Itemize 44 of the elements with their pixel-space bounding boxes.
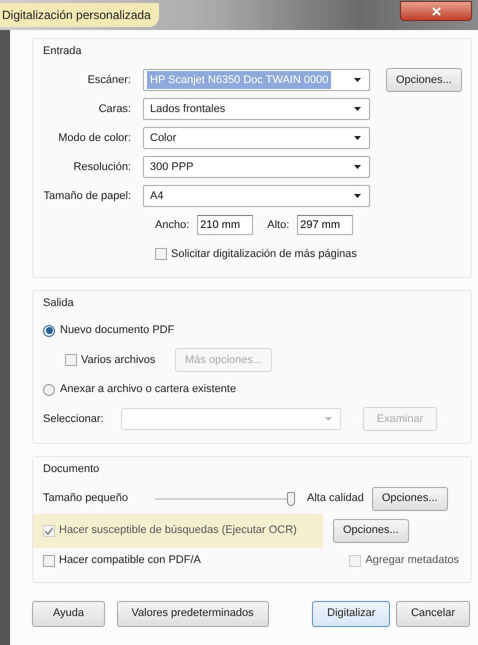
field-label: Alto: <box>267 218 290 233</box>
field-label: Seleccionar: <box>43 412 105 427</box>
group-title: Salida <box>43 296 75 310</box>
field-label: Escáner: <box>86 72 132 88</box>
dropdown[interactable]: A4 <box>143 185 370 207</box>
checkbox[interactable]: Hacer compatible con PDF/A <box>43 552 201 569</box>
button[interactable]: Digitalizar <box>312 600 390 626</box>
group-title: Documento <box>43 462 100 477</box>
height-field[interactable]: 297 mm <box>297 215 354 235</box>
button[interactable]: Ayuda <box>32 600 105 626</box>
caret-icon <box>354 194 361 198</box>
radio-button[interactable]: Anexar a archivo o cartera existente <box>43 381 236 398</box>
radio-circle[interactable] <box>43 324 55 336</box>
caret-icon <box>354 136 361 140</box>
group-title: Entrada <box>43 44 83 59</box>
field-label: Modo de color: <box>57 130 132 146</box>
field-label: Resolución: <box>72 160 132 175</box>
button[interactable]: Valores predeterminados <box>116 600 269 626</box>
field-label: Ancho: <box>155 218 190 233</box>
close-icon <box>432 6 440 16</box>
radio-circle[interactable] <box>43 384 55 396</box>
check-icon <box>44 526 54 536</box>
slider-thumb[interactable] <box>287 492 295 506</box>
width-field[interactable]: 210 mm <box>197 215 254 235</box>
checkbox[interactable]: Varios archivos <box>65 352 175 368</box>
caret-icon <box>325 417 332 421</box>
checkbox[interactable]: Solicitar digitalización de más páginas <box>155 246 357 262</box>
caret-icon <box>354 107 361 111</box>
button[interactable]: Opciones... <box>386 68 462 92</box>
slider[interactable] <box>155 492 295 506</box>
caret-icon <box>354 78 361 82</box>
slider-label: Tamaño pequeño <box>43 491 130 506</box>
radio-button[interactable]: Nuevo documento PDF <box>43 322 174 339</box>
dropdown[interactable]: 300 PPP <box>143 156 370 178</box>
field-label: Caras: <box>98 102 132 117</box>
close-button[interactable] <box>400 1 472 21</box>
button[interactable]: Opciones... <box>372 486 448 510</box>
dropdown[interactable]: Lados frontales <box>143 98 370 120</box>
caret-icon <box>354 165 361 169</box>
dropdown[interactable]: Color <box>143 127 370 149</box>
slider-label: Alta calidad <box>307 491 364 506</box>
window-title: Digitalización personalizada <box>0 3 159 27</box>
field-label: Tamaño de papel: <box>43 188 132 204</box>
button[interactable]: Cancelar <box>396 600 470 626</box>
